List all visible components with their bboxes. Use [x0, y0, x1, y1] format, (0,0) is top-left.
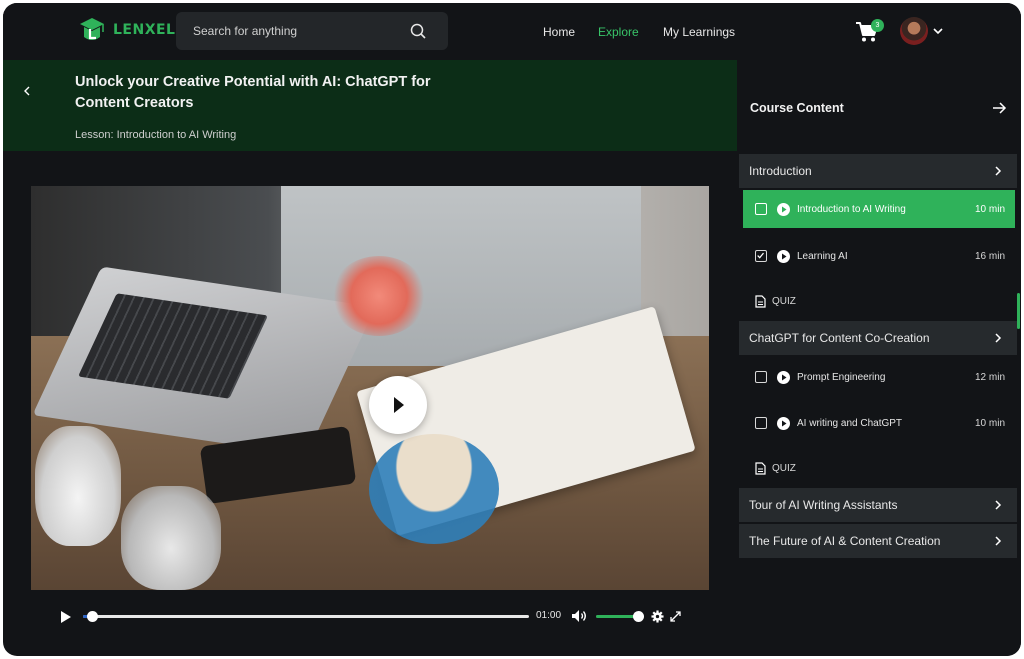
lesson-introduction-to-ai-writing[interactable]: Introduction to AI Writing 10 min	[743, 190, 1015, 228]
quiz-item[interactable]: QUIZ	[755, 293, 796, 309]
arrow-right-icon[interactable]	[992, 101, 1007, 115]
lesson-title: Introduction to AI Writing	[797, 203, 906, 215]
play-circle-icon	[777, 370, 790, 384]
search-bar	[176, 12, 448, 50]
play-icon	[394, 397, 404, 413]
search-icon[interactable]	[410, 23, 426, 39]
video-frame-jar	[121, 486, 221, 590]
nav-link-home[interactable]: Home	[543, 25, 575, 39]
video-frame-jar	[35, 426, 121, 546]
video-controls: 01:00	[31, 601, 709, 631]
video-player[interactable]	[31, 186, 709, 590]
lesson-title: Learning AI	[797, 250, 848, 262]
current-time: 01:00	[536, 610, 562, 621]
lesson-checkbox-checked[interactable]	[755, 250, 767, 262]
quiz-label: QUIZ	[772, 462, 796, 474]
play-icon[interactable]	[61, 611, 71, 623]
play-circle-icon	[777, 202, 790, 216]
gear-icon[interactable]	[651, 610, 664, 623]
nav-my-learnings[interactable]: My Learnings	[663, 3, 735, 60]
document-icon	[755, 294, 766, 308]
progress-bar[interactable]	[83, 611, 529, 622]
course-content-sidebar: Course Content Introduction Introduction…	[737, 60, 1021, 656]
section-the-future-of-ai-and-content-creation[interactable]: The Future of AI & Content Creation	[739, 524, 1017, 558]
lesson-duration: 10 min	[974, 417, 1005, 429]
top-header: LENXEL Home Explore My Learnings 3	[3, 3, 1021, 60]
chevron-down-icon[interactable]	[933, 27, 943, 35]
lesson-learning-ai[interactable]: Learning AI 16 min	[743, 237, 1015, 275]
lesson-ai-writing-and-chatgpt[interactable]: AI writing and ChatGPT 10 min	[743, 404, 1015, 442]
quiz-label: QUIZ	[772, 295, 796, 307]
lesson-title: Prompt Engineering	[797, 371, 886, 383]
video-frame-flower	[331, 256, 427, 336]
volume-icon[interactable]	[571, 609, 587, 623]
section-label: Tour of AI Writing Assistants	[749, 498, 898, 512]
lesson-checkbox[interactable]	[755, 417, 767, 429]
volume-knob[interactable]	[633, 611, 644, 622]
lesson-duration: 10 min	[974, 203, 1005, 215]
play-circle-icon	[777, 249, 790, 263]
current-lesson-label: Lesson: Introduction to AI Writing	[75, 129, 237, 141]
lesson-title: AI writing and ChatGPT	[797, 417, 903, 429]
search-input[interactable]	[176, 12, 396, 50]
chevron-right-icon	[995, 536, 1002, 546]
chevron-right-icon	[995, 166, 1002, 176]
nav-home[interactable]: Home	[543, 3, 575, 60]
section-label: The Future of AI & Content Creation	[749, 534, 941, 548]
quiz-item[interactable]: QUIZ	[755, 460, 796, 476]
nav-link-explore[interactable]: Explore	[598, 25, 639, 39]
lesson-duration: 12 min	[974, 371, 1005, 383]
volume-slider[interactable]	[596, 611, 644, 622]
section-label: ChatGPT for Content Co-Creation	[749, 331, 930, 345]
graduation-cap-icon	[80, 18, 104, 40]
fullscreen-icon[interactable]	[669, 610, 682, 623]
chevron-right-icon	[995, 333, 1002, 343]
course-title: Unlock your Creative Potential with AI: …	[75, 74, 431, 111]
nav-link-my-learnings[interactable]: My Learnings	[663, 25, 735, 39]
sidebar-scrollbar[interactable]	[1017, 293, 1020, 329]
user-avatar[interactable]	[900, 17, 928, 45]
section-tour-of-ai-writing-assistants[interactable]: Tour of AI Writing Assistants	[739, 488, 1017, 522]
video-play-button[interactable]	[369, 376, 427, 434]
lesson-checkbox[interactable]	[755, 371, 767, 383]
document-icon	[755, 461, 766, 475]
brand-name: LENXEL	[113, 22, 176, 38]
brand-logo[interactable]: LENXEL	[77, 15, 175, 45]
lesson-prompt-engineering[interactable]: Prompt Engineering 12 min	[743, 358, 1015, 396]
volume-fill	[596, 615, 638, 618]
lesson-checkbox[interactable]	[755, 203, 767, 215]
chevron-left-icon[interactable]	[20, 84, 34, 98]
app-window: LENXEL Home Explore My Learnings 3	[3, 3, 1021, 656]
play-circle-icon	[777, 416, 790, 430]
sidebar-title: Course Content	[750, 101, 844, 115]
section-chatgpt-for-content-co-creation[interactable]: ChatGPT for Content Co-Creation	[739, 321, 1017, 355]
lesson-banner: Unlock your Creative Potential with AI: …	[3, 60, 737, 151]
cart-count-badge: 3	[871, 19, 884, 32]
progress-scrubber[interactable]	[86, 611, 98, 622]
nav-explore[interactable]: Explore	[598, 3, 639, 60]
lesson-duration: 16 min	[974, 250, 1005, 262]
section-introduction[interactable]: Introduction	[739, 154, 1017, 188]
video-frame-cup	[369, 434, 499, 544]
section-label: Introduction	[749, 164, 812, 178]
chevron-right-icon	[995, 500, 1002, 510]
